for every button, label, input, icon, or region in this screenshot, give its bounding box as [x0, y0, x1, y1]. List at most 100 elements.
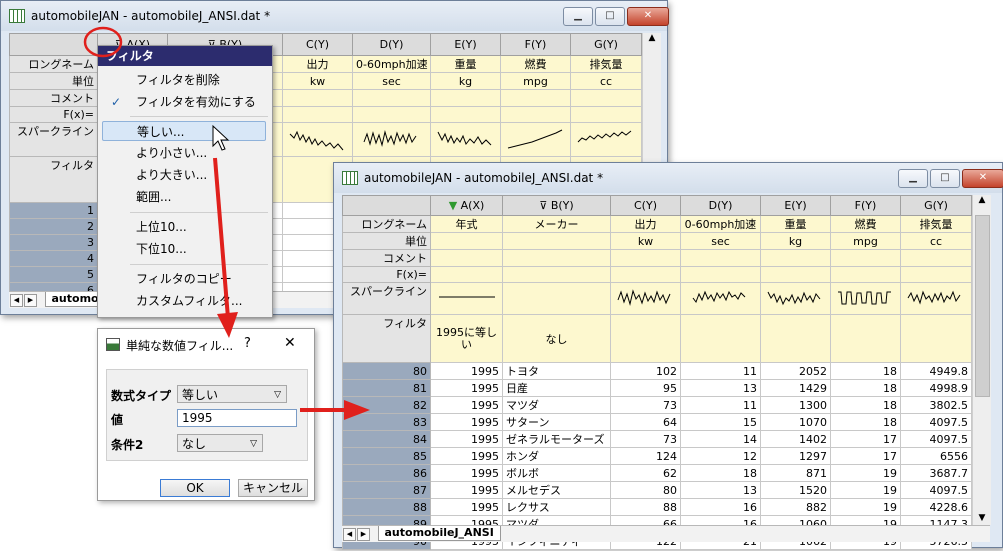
row-label[interactable]: スパークライン	[9, 122, 98, 157]
row-number[interactable]: 4	[9, 250, 98, 267]
row-number[interactable]: 82	[342, 396, 431, 414]
cell[interactable]: 124	[610, 447, 681, 465]
dialog-close-icon[interactable]: ✕	[284, 335, 296, 351]
col-header[interactable]: D(Y)	[352, 33, 431, 56]
minimize-icon[interactable]: ▁	[563, 7, 593, 26]
col-header[interactable]: C(Y)	[610, 195, 681, 216]
cell[interactable]: 1995	[430, 430, 503, 448]
close-icon[interactable]: ✕	[962, 169, 1003, 188]
row-number[interactable]: 85	[342, 447, 431, 465]
cell[interactable]: 3802.5	[900, 396, 972, 414]
cell[interactable]: メルセデス	[502, 481, 611, 499]
cell[interactable]: 871	[760, 464, 831, 482]
front-vertical-scrollbar[interactable]: ▲ ▼	[972, 195, 991, 525]
cell[interactable]: 18	[830, 362, 901, 380]
cell[interactable]: ボルボ	[502, 464, 611, 482]
cell[interactable]: 18	[830, 396, 901, 414]
cell[interactable]: サターン	[502, 413, 611, 431]
scroll-up-icon[interactable]: ▲	[973, 195, 991, 205]
cell[interactable]: 11	[680, 362, 761, 380]
row-number[interactable]: 80	[342, 362, 431, 380]
cell[interactable]: 18	[830, 379, 901, 397]
cell[interactable]: 12	[680, 447, 761, 465]
cell[interactable]: 重量	[430, 55, 501, 73]
menu-item-greater-than[interactable]: より大きい...	[98, 165, 270, 185]
cell[interactable]: 4949.8	[900, 362, 972, 380]
cell[interactable]: 95	[610, 379, 681, 397]
cell[interactable]: 6556	[900, 447, 972, 465]
menu-item-top10[interactable]: 上位10...	[98, 217, 270, 237]
cell[interactable]: 73	[610, 396, 681, 414]
cell[interactable]: ホンダ	[502, 447, 611, 465]
tab-prev-icon[interactable]: ◀	[10, 294, 23, 307]
row-label[interactable]: フィルタ	[342, 314, 431, 363]
cell[interactable]: cc	[570, 72, 642, 90]
col-header[interactable]: F(Y)	[830, 195, 901, 216]
cell[interactable]: 1070	[760, 413, 831, 431]
cell[interactable]: 882	[760, 498, 831, 516]
row-number[interactable]: 87	[342, 481, 431, 499]
cell[interactable]: 0-60mph加速	[680, 215, 761, 233]
scroll-down-icon[interactable]: ▼	[973, 513, 991, 523]
ok-button[interactable]: OK	[160, 479, 230, 497]
cell[interactable]: 出力	[282, 55, 353, 73]
cell[interactable]: 62	[610, 464, 681, 482]
cell[interactable]: kg	[760, 232, 831, 250]
row-number[interactable]: 3	[9, 234, 98, 251]
cell[interactable]: レクサス	[502, 498, 611, 516]
cell[interactable]: 排気量	[900, 215, 972, 233]
col-header[interactable]: G(Y)	[900, 195, 972, 216]
menu-item-enable-filter[interactable]: ✓ フィルタを有効にする	[98, 92, 270, 112]
value-input[interactable]: 1995	[177, 409, 297, 427]
cell[interactable]: 13	[680, 481, 761, 499]
cell[interactable]: 1300	[760, 396, 831, 414]
cell[interactable]: 73	[610, 430, 681, 448]
cell[interactable]: 1402	[760, 430, 831, 448]
menu-item-equals[interactable]: 等しい...	[102, 121, 266, 141]
cancel-button[interactable]: キャンセル	[238, 479, 308, 497]
corner-cell[interactable]	[9, 33, 98, 56]
cell[interactable]: 11	[680, 396, 761, 414]
cell[interactable]: 15	[680, 413, 761, 431]
cell[interactable]: 64	[610, 413, 681, 431]
row-number[interactable]: 5	[9, 266, 98, 283]
cell[interactable]: 1297	[760, 447, 831, 465]
front-title-bar[interactable]: automobileJAN - automobileJ_ANSI.dat * ▁…	[334, 163, 1003, 193]
cell[interactable]: 4228.6	[900, 498, 972, 516]
cell[interactable]: メーカー	[502, 215, 611, 233]
cell[interactable]: 80	[610, 481, 681, 499]
maximize-icon[interactable]: □	[930, 169, 960, 188]
row-label[interactable]: 単位	[342, 232, 431, 250]
cell[interactable]: 19	[830, 481, 901, 499]
condition2-select[interactable]: なし ▽	[177, 434, 263, 452]
cell[interactable]: 17	[830, 430, 901, 448]
cell[interactable]: 4998.9	[900, 379, 972, 397]
cell[interactable]: 1995	[430, 396, 503, 414]
cell[interactable]: 14	[680, 430, 761, 448]
tab-next-icon[interactable]: ▶	[24, 294, 37, 307]
formula-type-select[interactable]: 等しい ▽	[177, 385, 287, 403]
front-workbook-window[interactable]: automobileJAN - automobileJ_ANSI.dat * ▁…	[333, 162, 1003, 550]
cell[interactable]: 日産	[502, 379, 611, 397]
row-label[interactable]: コメント	[342, 249, 431, 267]
cell[interactable]: 出力	[610, 215, 681, 233]
cell[interactable]: 18	[830, 413, 901, 431]
cell[interactable]: 0-60mph加速	[352, 55, 431, 73]
scroll-up-icon[interactable]: ▲	[643, 33, 661, 43]
cell[interactable]: 19	[830, 498, 901, 516]
row-label[interactable]: フィルタ	[9, 156, 98, 203]
maximize-icon[interactable]: □	[595, 7, 625, 26]
row-label[interactable]: コメント	[9, 89, 98, 107]
cell[interactable]: 4097.5	[900, 481, 972, 499]
corner-cell[interactable]	[342, 195, 431, 216]
cell[interactable]: 1995	[430, 464, 503, 482]
cell[interactable]: mpg	[500, 72, 571, 90]
cell[interactable]: 4097.5	[900, 430, 972, 448]
menu-item-range[interactable]: 範囲...	[98, 187, 270, 207]
cell[interactable]: 燃費	[830, 215, 901, 233]
cell[interactable]: kg	[430, 72, 501, 90]
cell[interactable]: sec	[352, 72, 431, 90]
cell[interactable]: kw	[610, 232, 681, 250]
back-title-bar[interactable]: automobileJAN - automobileJ_ANSI.dat * ▁…	[1, 1, 669, 31]
col-header[interactable]: E(Y)	[430, 33, 501, 56]
